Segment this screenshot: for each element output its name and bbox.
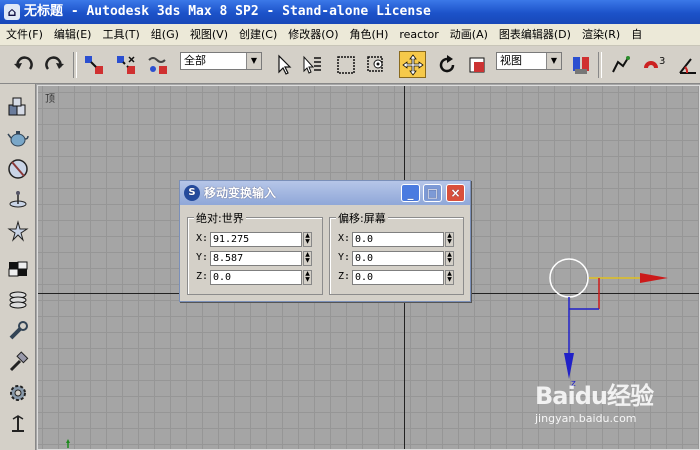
menu-modifiers[interactable]: 修改器(O)	[282, 24, 343, 45]
reference-coordinate-dropdown[interactable]: 视图 ▼	[496, 52, 562, 70]
offset-screen-group: 偏移:屏幕 X: 0.0 ▲ ▼ Y: 0.0 ▲ ▼ Z: 0.0 ▲ ▼	[329, 210, 464, 295]
menu-views[interactable]: 视图(V)	[184, 24, 233, 45]
undo-icon[interactable]	[10, 51, 37, 78]
wrench-icon[interactable]	[5, 318, 31, 344]
absolute-x-spinner[interactable]: ▲ ▼	[303, 232, 312, 247]
dialog-title: 移动变换输入	[204, 186, 277, 200]
move-transform-type-in-dialog: S 移动变换输入 _ □ × 绝对:世界 X: 91.275 ▲ ▼ Y: 8.5…	[179, 180, 471, 302]
maximize-button[interactable]: □	[423, 184, 442, 202]
offset-z-row: Z: 0.0 ▲ ▼	[330, 270, 463, 286]
gear-icon[interactable]	[5, 380, 31, 406]
menu-group[interactable]: 组(G)	[145, 24, 184, 45]
watermark-url: jingyan.baidu.com	[535, 412, 637, 425]
svg-text:3: 3	[659, 56, 665, 67]
app-icon[interactable]: ⌂	[4, 4, 20, 20]
close-button[interactable]: ×	[446, 184, 465, 202]
select-and-rotate-icon[interactable]	[433, 51, 460, 78]
manipulate-icon[interactable]	[606, 51, 633, 78]
baidu-watermark: Baidu经验 jingyan.baidu.com	[535, 372, 695, 432]
menu-file[interactable]: 文件(F)	[0, 24, 48, 45]
selection-filter-value: 全部	[184, 54, 206, 67]
absolute-y-spinner[interactable]: ▲ ▼	[303, 251, 312, 266]
offset-x-input[interactable]: 0.0	[352, 232, 444, 247]
bind-to-space-warp-icon[interactable]	[144, 51, 171, 78]
move-gizmo[interactable]: z	[538, 251, 688, 391]
menu-create[interactable]: 创建(C)	[233, 24, 282, 45]
reference-coordinate-value: 视图	[500, 54, 522, 67]
chevron-down-icon: ▼	[546, 53, 561, 69]
viewport-label[interactable]: 顶	[45, 90, 55, 105]
menu-bar: 文件(F) 编辑(E) 工具(T) 组(G) 视图(V) 创建(C) 修改器(O) 角色(H)…	[0, 24, 700, 46]
hammer-icon[interactable]	[5, 349, 31, 375]
rectangular-selection-icon[interactable]	[332, 51, 359, 78]
offset-z-spinner[interactable]: ▲ ▼	[445, 270, 454, 285]
offset-x-row: X: 0.0 ▲ ▼	[330, 232, 463, 248]
snaps-toggle-icon[interactable]: 3	[640, 51, 667, 78]
angle-snap-icon[interactable]	[674, 51, 700, 78]
utility-icon[interactable]	[5, 411, 31, 437]
use-pivot-point-center-icon[interactable]	[567, 51, 594, 78]
absolute-z-spinner[interactable]: ▲ ▼	[303, 270, 312, 285]
axis-tripod-icon	[66, 439, 70, 448]
absolute-z-input[interactable]: 0.0	[210, 270, 302, 285]
absolute-x-input[interactable]: 91.275	[210, 232, 302, 247]
offset-x-label: X:	[338, 233, 351, 244]
menu-customize[interactable]: 自	[625, 24, 647, 45]
gizmo-x-arrowhead	[640, 273, 668, 283]
main-toolbar: 全部 ▼ 视图 ▼ 3	[0, 46, 700, 84]
window-crossing-icon[interactable]	[364, 51, 391, 78]
minimize-button[interactable]: _	[401, 184, 420, 202]
selected-circle-object	[549, 258, 589, 298]
checker-material-icon[interactable]	[5, 256, 31, 282]
create-sphere-icon[interactable]	[5, 156, 31, 182]
select-and-scale-icon[interactable]	[463, 51, 490, 78]
offset-z-input[interactable]: 0.0	[352, 270, 444, 285]
absolute-world-title: 绝对:世界	[194, 210, 246, 226]
max-logo-icon: S	[184, 185, 200, 201]
watermark-logo: Baidu经验	[535, 382, 654, 410]
menu-animation[interactable]: 动画(A)	[444, 24, 493, 45]
absolute-x-row: X: 91.275 ▲ ▼	[188, 232, 322, 248]
absolute-y-input[interactable]: 8.587	[210, 251, 302, 266]
select-object-icon[interactable]	[270, 51, 297, 78]
offset-y-input[interactable]: 0.0	[352, 251, 444, 266]
select-by-name-icon[interactable]	[298, 51, 325, 78]
menu-reactor[interactable]: reactor	[393, 24, 443, 45]
redo-icon[interactable]	[40, 51, 67, 78]
selection-filter-dropdown[interactable]: 全部 ▼	[180, 52, 262, 70]
offset-y-spinner[interactable]: ▲ ▼	[445, 251, 454, 266]
offset-y-row: Y: 0.0 ▲ ▼	[330, 251, 463, 267]
absolute-x-label: X:	[196, 233, 209, 244]
create-teapot-icon[interactable]	[5, 125, 31, 151]
layers-icon[interactable]	[5, 287, 31, 313]
create-cone-icon[interactable]	[5, 187, 31, 213]
absolute-z-row: Z: 0.0 ▲ ▼	[188, 270, 322, 286]
absolute-z-label: Z:	[196, 271, 209, 282]
offset-z-label: Z:	[338, 271, 351, 282]
unlink-selection-icon[interactable]	[112, 51, 139, 78]
menu-graph-editors[interactable]: 图表编辑器(D)	[493, 24, 576, 45]
dialog-title-bar[interactable]: S 移动变换输入 _ □ ×	[180, 181, 470, 205]
title-bar: ⌂ 无标题 - Autodesk 3ds Max 8 SP2 - Stand-a…	[0, 0, 700, 24]
offset-x-spinner[interactable]: ▲ ▼	[445, 232, 454, 247]
menu-tools[interactable]: 工具(T)	[96, 24, 144, 45]
absolute-y-row: Y: 8.587 ▲ ▼	[188, 251, 322, 267]
window-title: 无标题 - Autodesk 3ds Max 8 SP2 - Stand-alo…	[24, 4, 431, 19]
left-command-toolbar	[0, 84, 36, 450]
select-and-link-icon[interactable]	[80, 51, 107, 78]
create-box-icon[interactable]	[5, 94, 31, 120]
offset-screen-title: 偏移:屏幕	[336, 210, 388, 226]
absolute-y-label: Y:	[196, 252, 209, 263]
absolute-world-group: 绝对:世界 X: 91.275 ▲ ▼ Y: 8.587 ▲ ▼ Z: 0.0 ▲ ▼	[187, 210, 323, 295]
select-and-move-icon[interactable]	[399, 51, 426, 78]
chevron-down-icon: ▼	[246, 53, 261, 69]
menu-rendering[interactable]: 渲染(R)	[576, 24, 625, 45]
create-star-icon[interactable]	[5, 218, 31, 244]
menu-edit[interactable]: 编辑(E)	[48, 24, 97, 45]
offset-y-label: Y:	[338, 252, 351, 263]
menu-character[interactable]: 角色(H)	[344, 24, 394, 45]
